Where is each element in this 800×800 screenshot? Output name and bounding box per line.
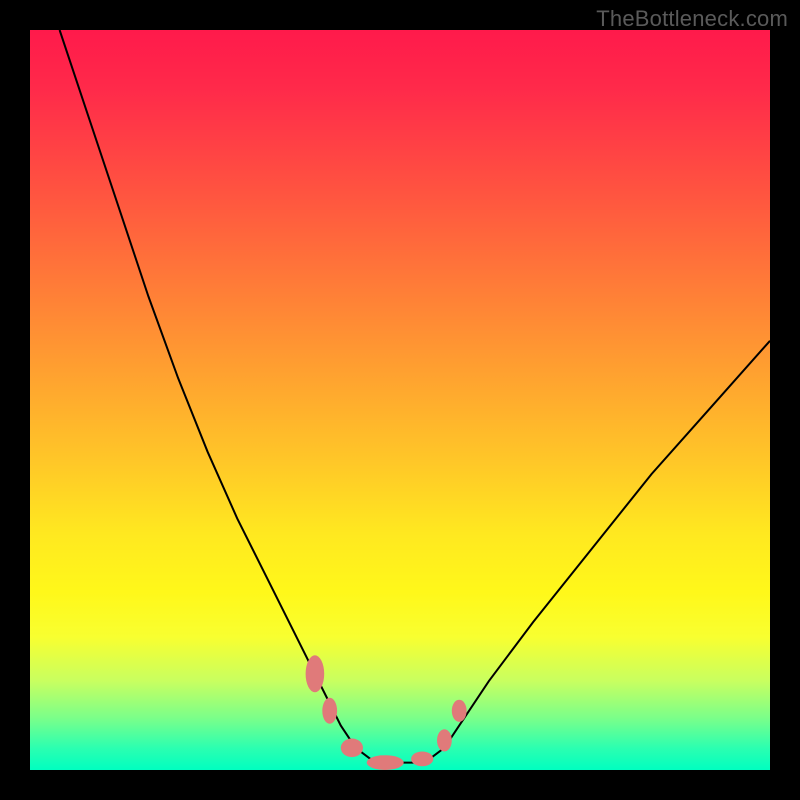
curve-markers <box>306 655 467 770</box>
curve-marker <box>411 752 433 767</box>
curve-marker <box>452 700 467 722</box>
chart-frame: TheBottleneck.com <box>0 0 800 800</box>
curve-marker <box>306 655 325 692</box>
chart-svg <box>30 30 770 770</box>
attribution-label: TheBottleneck.com <box>596 6 788 32</box>
plot-area <box>30 30 770 770</box>
curve-marker <box>341 739 363 758</box>
curve-marker <box>367 755 404 770</box>
bottleneck-curve <box>60 30 770 763</box>
curve-marker <box>437 729 452 751</box>
curve-marker <box>322 698 337 724</box>
